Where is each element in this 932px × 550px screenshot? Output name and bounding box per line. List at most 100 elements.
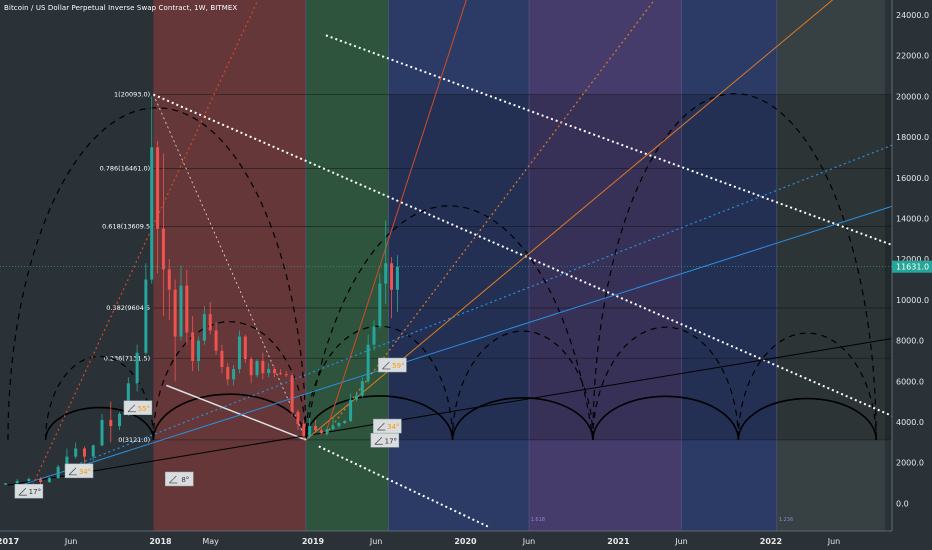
candle-body: [179, 285, 183, 337]
candle-body: [372, 326, 376, 345]
candle-body: [202, 314, 206, 341]
candle-body: [82, 448, 86, 457]
candle-body: [261, 360, 265, 374]
candle-body: [226, 367, 230, 380]
angle-badge: 55°: [123, 400, 153, 416]
time-tick-label: May: [202, 537, 219, 546]
candle-body: [331, 426, 335, 430]
price-tick-label: 16000.0: [896, 174, 929, 183]
candle-body: [395, 266, 399, 290]
price-tick-label: 22000.0: [896, 52, 929, 61]
candle-body: [156, 147, 160, 229]
time-zone: [153, 0, 306, 531]
fib-level-label: 0(3121.0): [118, 436, 150, 444]
candle-body: [360, 381, 364, 396]
candle-body: [100, 419, 104, 446]
fib-level-label: 1(20093.0): [114, 91, 150, 99]
candle-body: [237, 336, 241, 370]
angle-badge-label: 17°: [29, 488, 41, 496]
bitcoin-weekly-chart[interactable]: 1(20093.0) 0.786(16461.0) 0.618(13609.5 0.3…: [0, 0, 932, 550]
price-tick-label: 14000.0: [896, 215, 929, 224]
fib-level-label: 0.618(13609.5: [102, 222, 150, 230]
fib-level-label: 0.236(7131.5): [104, 354, 150, 362]
candle-body: [15, 481, 19, 484]
candle-body: [390, 263, 394, 290]
candle-body: [150, 147, 154, 280]
candle-body: [378, 283, 382, 327]
fib-box-shade: [388, 94, 892, 440]
time-tick-label: Jun: [674, 537, 688, 546]
candle-body: [302, 424, 306, 437]
angle-badge-label: 34°: [79, 468, 91, 476]
price-tick-label: 2000.0: [896, 459, 924, 468]
candle-body: [232, 369, 236, 380]
price-tick-label: 8000.0: [896, 337, 924, 346]
candle-body: [273, 369, 277, 374]
current-price-label: 11631.0: [896, 263, 929, 272]
time-tick-label: Jun: [369, 537, 383, 546]
angle-badge: 17°: [370, 433, 400, 448]
angle-badge: 34°: [373, 418, 402, 434]
time-zone: [305, 0, 389, 531]
time-tick-label: 2018: [149, 537, 172, 546]
price-tick-label: 4000.0: [896, 418, 924, 427]
angle-badge: 34°: [64, 463, 94, 479]
candle-body: [314, 426, 318, 431]
candle-body: [243, 336, 247, 359]
candle-body: [349, 399, 353, 421]
candle-body: [208, 314, 212, 331]
candle-body: [296, 411, 300, 425]
candle-body: [337, 423, 341, 427]
fib-level-label: 0.786(16461.0): [100, 164, 151, 172]
candle: [56, 464, 60, 479]
angle-badge: 8°: [165, 471, 194, 487]
candle-body: [284, 374, 288, 376]
time-tick-label: 2021: [607, 537, 630, 546]
price-tick-label: 18000.0: [896, 133, 929, 142]
chart-title: Bitcoin / US Dollar Perpetual Inverse Sw…: [4, 4, 238, 12]
time-tick-label: Jun: [64, 537, 78, 546]
candle-body: [3, 483, 7, 485]
angle-badge: 59°: [378, 357, 407, 373]
candle-body: [249, 358, 253, 376]
candle-body: [91, 445, 95, 457]
price-tick-label: 20000.0: [896, 92, 929, 101]
candle-body: [161, 228, 165, 270]
candle-body: [47, 477, 51, 483]
candle-body: [56, 466, 60, 478]
candle-body: [74, 448, 78, 457]
candle-body: [384, 263, 388, 284]
chart-stage: 1(20093.0) 0.786(16461.0) 0.618(13609.5 0.3…: [0, 0, 932, 550]
candle-body: [267, 369, 271, 374]
candle-body: [366, 344, 370, 382]
candle-body: [27, 478, 31, 482]
candle-body: [109, 419, 113, 427]
price-tick-label: 10000.0: [896, 296, 929, 305]
candle-body: [325, 429, 329, 434]
candle-body: [118, 413, 122, 427]
angle-badge-label: 17°: [385, 437, 397, 445]
price-tick-label: 6000.0: [896, 377, 924, 386]
candle-body: [255, 360, 259, 376]
candle: [255, 358, 259, 378]
candle-body: [135, 352, 139, 384]
time-tick-label: 2017: [0, 537, 19, 546]
time-tick-label: 2019: [302, 537, 325, 546]
candle-body: [220, 350, 224, 368]
candle-body: [173, 289, 177, 337]
candle-body: [319, 430, 323, 434]
candle-body: [191, 332, 195, 361]
zone-label: 1.618: [531, 517, 545, 523]
angle-badge: 17°: [14, 483, 44, 499]
candle: [243, 334, 247, 363]
time-tick-label: 2020: [454, 537, 477, 546]
candle-body: [278, 373, 282, 375]
angle-badge-label: 34°: [387, 423, 399, 431]
price-tick-label: 0.0: [896, 499, 909, 508]
angle-badge-label: 59°: [392, 362, 404, 370]
time-tick-label: Jun: [522, 537, 536, 546]
candle-body: [343, 420, 347, 424]
angle-badge-label: 8°: [181, 476, 189, 484]
candle-body: [197, 340, 201, 361]
candle: [237, 330, 241, 374]
